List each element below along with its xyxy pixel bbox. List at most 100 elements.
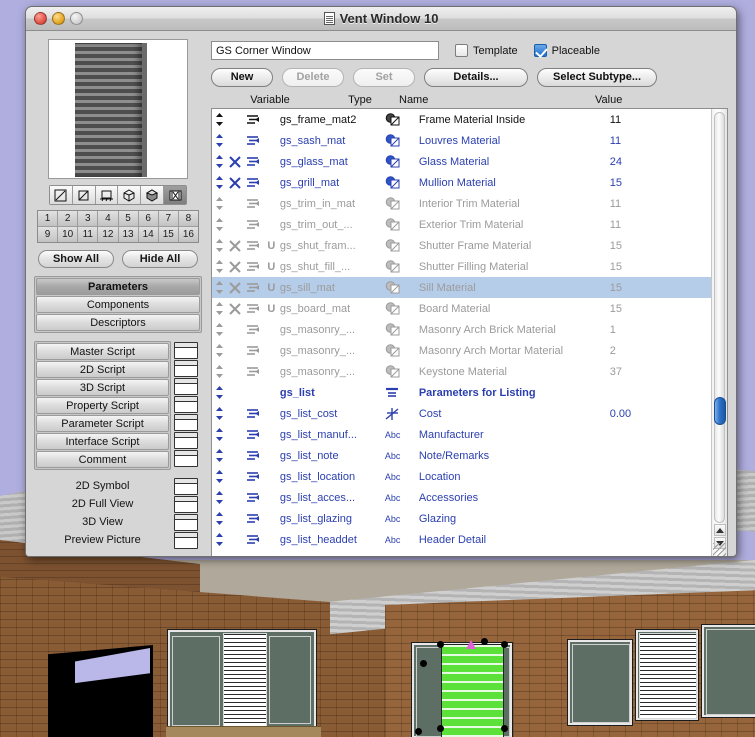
row-reorder-cell[interactable] (212, 529, 227, 550)
row-delete-cell[interactable] (227, 319, 244, 340)
dialog-titlebar[interactable]: Vent Window 10 (26, 7, 736, 31)
row-reorder-cell[interactable] (212, 298, 227, 319)
row-variable-name[interactable]: gs_grill_mat (280, 172, 385, 193)
row-variable-name[interactable]: gs_masonry_... (280, 340, 385, 361)
row-value[interactable]: 11 (610, 109, 711, 130)
script-button-master-script[interactable]: Master Script (36, 343, 169, 360)
row-reorder-cell[interactable] (212, 445, 227, 466)
layer-button-9[interactable]: 9 (38, 227, 58, 242)
row-variable-name[interactable]: gs_trim_out_... (280, 214, 385, 235)
row-indent-cell[interactable] (244, 361, 263, 382)
row-reorder-cell[interactable] (212, 235, 227, 256)
elevation-icon[interactable] (95, 186, 119, 204)
hide-all-button[interactable]: Hide All (122, 250, 198, 268)
table-row[interactable]: gs_list_manuf... Abc Manufacturer (212, 424, 711, 445)
row-reorder-cell[interactable] (212, 319, 227, 340)
row-reorder-cell[interactable] (212, 382, 227, 403)
row-indent-cell[interactable] (244, 109, 263, 130)
row-delete-cell[interactable] (227, 340, 244, 361)
window-icon[interactable] (174, 450, 198, 467)
row-indent-cell[interactable] (244, 298, 263, 319)
row-reorder-cell[interactable] (212, 130, 227, 151)
row-value[interactable] (610, 466, 711, 487)
table-row[interactable]: gs_grill_mat Mullion Material 15 (212, 172, 711, 193)
row-value[interactable]: 2 (610, 340, 711, 361)
section-button-descriptors[interactable]: Descriptors (36, 314, 200, 331)
row-indent-cell[interactable] (244, 193, 263, 214)
layer-button-4[interactable]: 4 (98, 211, 118, 226)
row-display-name[interactable]: Parameters for Listing (419, 382, 610, 403)
row-value[interactable] (610, 529, 711, 550)
window-icon[interactable] (174, 514, 198, 531)
scrollbar-thumb[interactable] (714, 397, 726, 425)
row-display-name[interactable]: Frame Material Inside (419, 109, 610, 130)
window-icon[interactable] (174, 342, 198, 359)
selection-handle[interactable] (437, 725, 444, 732)
layer-button-14[interactable]: 14 (138, 227, 158, 242)
show-all-button[interactable]: Show All (38, 250, 114, 268)
row-value[interactable]: 15 (610, 298, 711, 319)
window-icon[interactable] (174, 396, 198, 413)
row-display-name[interactable]: Manufacturer (419, 424, 610, 445)
row-type-icon-cell[interactable]: Abc (385, 529, 419, 550)
row-type-icon-cell[interactable] (385, 361, 419, 382)
row-indent-cell[interactable] (244, 403, 263, 424)
template-checkbox-group[interactable]: Template (455, 44, 518, 57)
row-variable-name[interactable]: gs_list_glazing (280, 508, 385, 529)
window-icon[interactable] (174, 378, 198, 395)
row-display-name[interactable]: Mullion Material (419, 172, 610, 193)
zoom-icon[interactable] (70, 12, 83, 25)
row-reorder-cell[interactable] (212, 277, 227, 298)
window-icon[interactable] (174, 414, 198, 431)
row-indent-cell[interactable] (244, 466, 263, 487)
row-variable-name[interactable]: gs_masonry_... (280, 361, 385, 382)
row-indent-cell[interactable] (244, 256, 263, 277)
preview-film-icon[interactable] (164, 186, 186, 204)
row-variable-name[interactable]: gs_board_mat (280, 298, 385, 319)
row-value[interactable]: 11 (610, 193, 711, 214)
script-button-interface-script[interactable]: Interface Script (36, 433, 169, 450)
row-reorder-cell[interactable] (212, 487, 227, 508)
row-indent-cell[interactable] (244, 319, 263, 340)
row-delete-cell[interactable] (227, 424, 244, 445)
selection-handle[interactable] (420, 660, 427, 667)
table-row[interactable]: Ugs_shut_fram... Shutter Frame Material 15 (212, 235, 711, 256)
row-delete-cell[interactable] (227, 298, 244, 319)
row-variable-name[interactable]: gs_list_headdet (280, 529, 385, 550)
row-indent-cell[interactable] (244, 277, 263, 298)
object-name-input[interactable] (211, 41, 439, 60)
row-reorder-cell[interactable] (212, 340, 227, 361)
row-display-name[interactable]: Glass Material (419, 151, 610, 172)
section-button-components[interactable]: Components (36, 296, 200, 313)
table-row[interactable]: gs_trim_out_... Exterior Trim Material 11 (212, 214, 711, 235)
table-row[interactable]: gs_sash_mat Louvres Material 11 (212, 130, 711, 151)
row-type-icon-cell[interactable]: Abc (385, 445, 419, 466)
row-value[interactable]: 15 (610, 256, 711, 277)
row-value[interactable]: 11 (610, 214, 711, 235)
row-value[interactable] (610, 487, 711, 508)
row-delete-cell[interactable] (227, 361, 244, 382)
window-icon[interactable] (174, 532, 198, 549)
table-row[interactable]: gs_list_headdet Abc Header Detail (212, 529, 711, 550)
table-row[interactable]: gs_trim_in_mat Interior Trim Material 11 (212, 193, 711, 214)
row-reorder-cell[interactable] (212, 424, 227, 445)
row-delete-cell[interactable] (227, 235, 244, 256)
row-display-name[interactable]: Interior Trim Material (419, 193, 610, 214)
table-row[interactable]: gs_glass_mat Glass Material 24 (212, 151, 711, 172)
table-row[interactable]: gs_list_note Abc Note/Remarks (212, 445, 711, 466)
row-type-icon-cell[interactable]: Abc (385, 424, 419, 445)
row-indent-cell[interactable] (244, 382, 263, 403)
parameter-table-scroll[interactable]: gs_frame_mat2 Frame Material Inside 11 gs_s… (212, 109, 711, 556)
layer-button-3[interactable]: 3 (78, 211, 98, 226)
layer-button-16[interactable]: 16 (178, 227, 198, 242)
table-row[interactable]: gs_frame_mat2 Frame Material Inside 11 (212, 109, 711, 130)
row-variable-name[interactable]: gs_list_cost (280, 403, 385, 424)
row-variable-name[interactable]: gs_list_location (280, 466, 385, 487)
resize-grip-icon[interactable] (713, 543, 726, 556)
row-value[interactable]: 1 (610, 319, 711, 340)
row-display-name[interactable]: Louvres Material (419, 130, 610, 151)
row-delete-cell[interactable] (227, 130, 244, 151)
row-delete-cell[interactable] (227, 445, 244, 466)
layer-button-13[interactable]: 13 (118, 227, 138, 242)
2d-line-icon[interactable] (50, 186, 73, 204)
